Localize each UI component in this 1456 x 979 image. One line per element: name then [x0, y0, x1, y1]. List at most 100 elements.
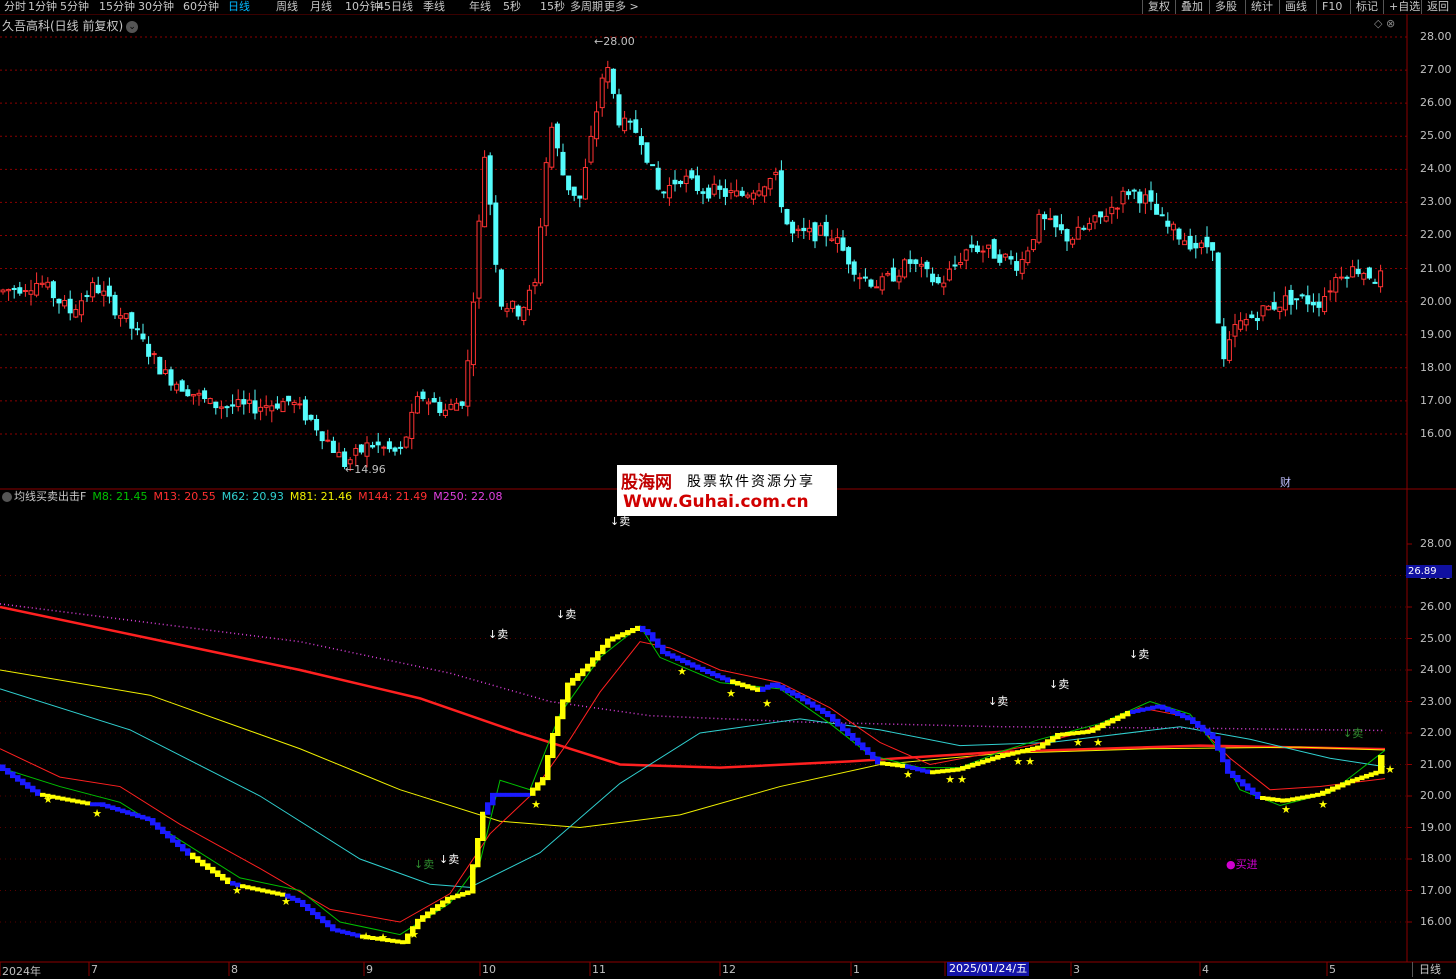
- stair-segment: [1050, 736, 1056, 743]
- stair-segment: [545, 755, 551, 781]
- period-button[interactable]: 日线: [1412, 962, 1456, 977]
- candle-body: [62, 299, 68, 307]
- stair-segment: [1265, 796, 1271, 801]
- stair-segment: [570, 677, 576, 686]
- stair-segment: [1145, 706, 1151, 711]
- star-icon: ★: [726, 687, 736, 700]
- stair-segment: [725, 677, 731, 683]
- stair-segment: [430, 907, 436, 915]
- ma-value-label: M81: 21.46: [289, 490, 353, 503]
- stair-segment: [300, 899, 306, 907]
- candle-body: [818, 225, 824, 236]
- stair-segment: [975, 761, 981, 766]
- date-tick-label: 4: [1202, 963, 1209, 976]
- candle-body: [482, 156, 488, 228]
- price-tick-label: 20.00: [1420, 294, 1452, 308]
- candle-body: [963, 249, 969, 261]
- ma-value-label: M13: 20.55: [153, 490, 216, 503]
- stair-segment: [1115, 715, 1121, 722]
- stair-segment: [130, 811, 136, 817]
- candle-body: [448, 403, 454, 410]
- candle-body: [650, 164, 656, 167]
- stair-segment: [330, 924, 336, 932]
- candle-body: [890, 267, 896, 282]
- candle-body: [224, 406, 230, 409]
- stair-segment: [760, 686, 766, 692]
- candle-body: [991, 239, 997, 259]
- candle-body: [67, 298, 73, 314]
- stair-segment: [955, 767, 961, 772]
- stair-segment: [340, 929, 346, 934]
- stair-segment: [180, 844, 186, 852]
- candle-body: [655, 167, 661, 190]
- stair-segment: [1170, 708, 1176, 714]
- stair-segment: [470, 864, 476, 894]
- candle-body: [22, 290, 28, 293]
- candle-body: [78, 300, 84, 316]
- stair-segment: [665, 651, 671, 657]
- candle-body: [622, 117, 628, 132]
- candle-body: [174, 383, 180, 391]
- star-icon: ★: [92, 807, 102, 820]
- candle-body: [1042, 214, 1048, 220]
- stair-segment: [805, 698, 811, 705]
- ma-value-label: M144: 21.49: [358, 490, 428, 503]
- candle-body: [493, 202, 499, 265]
- candle-body: [162, 369, 168, 375]
- candle-body: [476, 220, 482, 299]
- candle-body: [941, 282, 947, 288]
- collapse-icon[interactable]: [2, 492, 12, 502]
- stair-segment: [740, 682, 746, 688]
- stair-segment: [540, 777, 546, 786]
- candle-body: [700, 191, 706, 194]
- stair-segment: [1373, 770, 1379, 776]
- stair-segment: [105, 803, 111, 809]
- stair-segment: [120, 808, 126, 814]
- candle-body: [823, 221, 829, 237]
- m8-line: [0, 625, 1386, 936]
- stair-segment: [535, 782, 541, 791]
- stair-segment: [520, 792, 526, 797]
- candle-body: [297, 403, 303, 406]
- candle-body: [924, 261, 930, 270]
- candle-body: [1361, 272, 1367, 280]
- stair-segment: [1085, 729, 1091, 734]
- stair-segment: [450, 895, 456, 900]
- stair-segment: [1340, 782, 1346, 788]
- star-icon: ★: [1093, 736, 1103, 749]
- candle-body: [1165, 220, 1171, 227]
- stair-segment: [1160, 704, 1166, 710]
- stair-segment: [990, 756, 996, 762]
- current-price-badge: 26.89: [1406, 565, 1452, 578]
- indicator-tick-label: 17.00: [1420, 883, 1452, 897]
- finance-marker[interactable]: 财: [1280, 474, 1291, 490]
- candle-body: [840, 237, 846, 251]
- candle-body: [795, 228, 801, 231]
- candle-body: [1182, 240, 1188, 246]
- candle-body: [874, 286, 880, 289]
- stair-segment: [860, 742, 866, 751]
- candle-body: [1221, 326, 1227, 360]
- stair-segment: [1125, 710, 1131, 717]
- candle-body: [521, 306, 527, 321]
- indicator-tick-label: 22.00: [1420, 726, 1452, 739]
- indicator-header: 均线买卖出击F M8: 21.45 M13: 20.55 M62: 20.93 M81:…: [0, 490, 514, 504]
- candle-body: [879, 276, 885, 291]
- candle-body: [644, 142, 650, 163]
- stair-segment: [175, 839, 181, 848]
- candle-body: [767, 178, 773, 190]
- candle-body: [1243, 318, 1249, 326]
- date-tick-label: 8: [231, 963, 238, 976]
- stair-segment: [1354, 777, 1360, 782]
- candle-body: [997, 254, 1003, 263]
- stair-segment: [700, 666, 706, 672]
- stair-segment: [200, 859, 206, 867]
- candle-body: [426, 401, 432, 405]
- stair-segment: [165, 831, 171, 839]
- indicator-name[interactable]: 均线买卖出击F: [14, 490, 86, 503]
- candle-body: [689, 170, 695, 179]
- candle-body: [773, 171, 779, 176]
- stair-segment: [215, 870, 221, 877]
- high-price-value: 28.00: [603, 35, 635, 48]
- candle-body: [280, 401, 286, 413]
